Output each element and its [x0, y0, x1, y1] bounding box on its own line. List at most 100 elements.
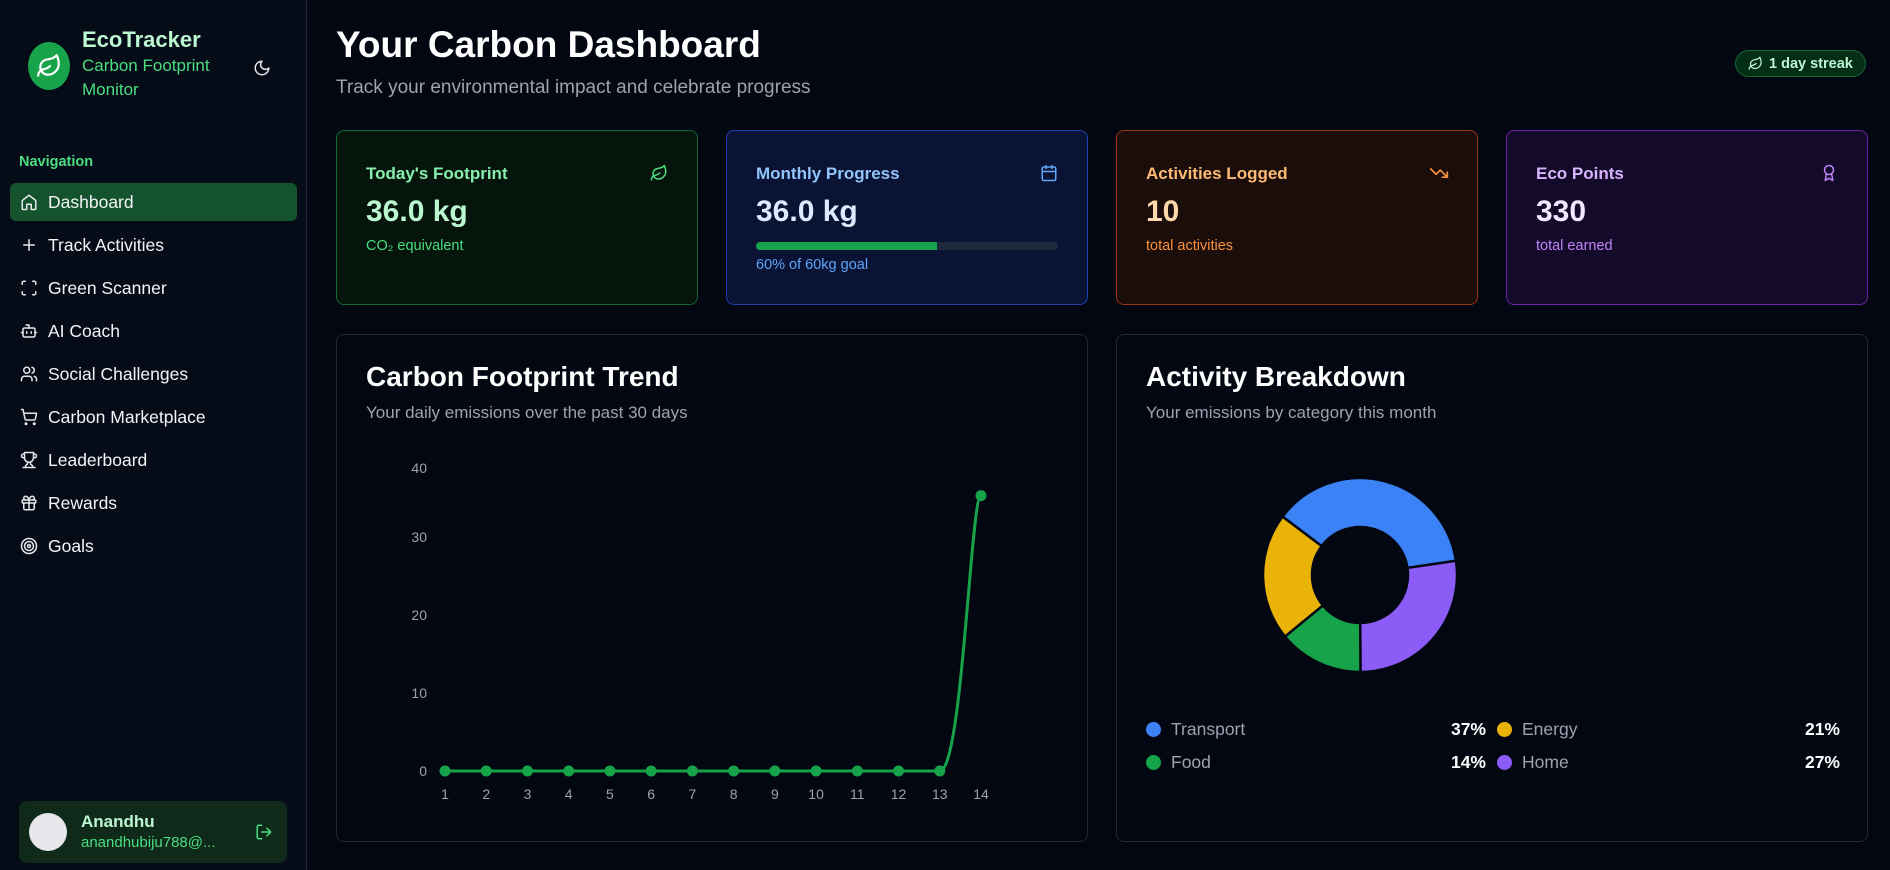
logout-icon: [256, 824, 272, 840]
legend-item-food: Food 14%: [1146, 752, 1497, 773]
data-point[interactable]: [686, 765, 698, 777]
stat-note: 60% of 60kg goal: [756, 257, 869, 273]
sidebar-item-carbon-marketplace[interactable]: Carbon Marketplace: [10, 398, 297, 436]
stat-label: Activities Logged: [1146, 164, 1288, 183]
trend-line-chart: 0102030401 2 3 4 5 6 7 8 9 10 11 12 13 14: [411, 460, 989, 802]
calendar-icon: [1039, 163, 1059, 183]
legend-dot: [1146, 722, 1161, 737]
plus-icon: [20, 236, 38, 254]
data-point[interactable]: [604, 765, 616, 777]
stat-card-today-footprint: Today's Footprint 36.0 kg CO₂ equivalent: [336, 130, 698, 305]
sidebar-item-label: Rewards: [48, 492, 118, 513]
x-tick-label: 10: [808, 786, 824, 802]
x-tick-label: 1: [441, 786, 449, 802]
stat-card-monthly-progress: Monthly Progress 36.0 kg 60% of 60kg goa…: [726, 130, 1088, 305]
legend-item-transport: Transport 37%: [1146, 719, 1497, 740]
donut-slice-home[interactable]: [1358, 559, 1459, 674]
data-point[interactable]: [934, 765, 946, 777]
stat-value: 36.0 kg: [366, 195, 468, 228]
nav-heading: Navigation: [19, 154, 94, 170]
y-tick-label: 40: [411, 460, 427, 476]
sidebar-item-dashboard[interactable]: Dashboard: [10, 183, 297, 221]
sidebar-item-label: Green Scanner: [48, 277, 167, 298]
legend-label: Food: [1171, 752, 1211, 772]
sidebar-item-rewards[interactable]: Rewards: [10, 484, 297, 522]
activity-breakdown-panel: Activity Breakdown Your emissions by cat…: [1116, 334, 1868, 842]
y-tick-label: 30: [411, 529, 427, 545]
legend-item-home: Home 27%: [1497, 752, 1840, 773]
legend-label: Transport: [1171, 719, 1246, 739]
data-point[interactable]: [645, 765, 657, 777]
stat-note: total earned: [1536, 238, 1613, 254]
data-point[interactable]: [439, 765, 451, 777]
stat-label: Monthly Progress: [756, 164, 900, 183]
leaf-icon: [649, 163, 669, 183]
bot-icon: [20, 322, 38, 340]
stat-label: Eco Points: [1536, 164, 1624, 183]
legend-dot: [1497, 722, 1512, 737]
data-point[interactable]: [810, 765, 822, 777]
legend-label: Energy: [1522, 719, 1578, 739]
sidebar-item-track-activities[interactable]: Track Activities: [10, 226, 297, 264]
y-tick-label: 10: [411, 685, 427, 701]
user-email: anandhubiju788@...: [81, 834, 216, 851]
sidebar: EcoTracker Carbon Footprint Monitor Navi…: [0, 0, 307, 870]
x-tick-label: 6: [647, 786, 655, 802]
stat-note: total activities: [1146, 238, 1234, 254]
data-point[interactable]: [851, 765, 863, 777]
logout-button[interactable]: [251, 819, 277, 845]
sidebar-item-label: Track Activities: [48, 234, 165, 255]
stat-value: 10: [1146, 195, 1180, 228]
x-tick-label: 3: [524, 786, 532, 802]
sidebar-item-green-scanner[interactable]: Green Scanner: [10, 269, 297, 307]
x-tick-label: 14: [973, 786, 989, 802]
sidebar-item-goals[interactable]: Goals: [10, 527, 297, 565]
data-point[interactable]: [769, 765, 781, 777]
series-line: [445, 494, 983, 773]
sidebar-item-social-challenges[interactable]: Social Challenges: [10, 355, 297, 393]
brand-subtitle: Carbon Footprint Monitor: [82, 56, 210, 99]
x-tick-label: 8: [730, 786, 738, 802]
scan-icon: [20, 279, 38, 297]
sidebar-item-ai-coach[interactable]: AI Coach: [10, 312, 297, 350]
users-icon: [20, 365, 38, 383]
x-tick-label: 11: [850, 786, 865, 802]
user-card: Anandhu anandhubiju788@...: [19, 801, 287, 863]
data-point[interactable]: [728, 765, 740, 777]
streak-badge: 1 day streak: [1735, 50, 1866, 77]
legend-value: 14%: [1450, 752, 1486, 772]
data-point[interactable]: [563, 765, 575, 777]
leaf-icon: [1748, 56, 1762, 70]
stat-card-activities-logged: Activities Logged 10 total activities: [1116, 130, 1478, 305]
data-point[interactable]: [893, 765, 905, 777]
legend-dot: [1497, 755, 1512, 770]
data-point[interactable]: [975, 490, 987, 502]
data-point[interactable]: [521, 765, 533, 777]
sidebar-item-label: Carbon Marketplace: [48, 406, 206, 427]
x-tick-label: 12: [891, 786, 907, 802]
theme-toggle-button[interactable]: [248, 54, 276, 82]
avatar[interactable]: [29, 813, 67, 851]
page-subtitle: Track your environmental impact and cele…: [336, 77, 811, 98]
cart-icon: [20, 408, 38, 426]
leaf-logo-icon: [28, 42, 70, 90]
legend-value: 27%: [1804, 752, 1840, 772]
x-tick-label: 7: [688, 786, 696, 802]
streak-label: 1 day streak: [1769, 55, 1853, 72]
stat-value: 330: [1536, 195, 1587, 228]
stat-note: CO₂ equivalent: [366, 238, 464, 254]
sidebar-item-leaderboard[interactable]: Leaderboard: [10, 441, 297, 479]
sidebar-item-label: Social Challenges: [48, 363, 189, 384]
breakdown-legend: Transport 37% Energy 21% Food 14% Home 2…: [1146, 713, 1840, 779]
user-name: Anandhu: [81, 812, 155, 831]
data-point[interactable]: [480, 765, 492, 777]
brand[interactable]: EcoTracker Carbon Footprint Monitor: [28, 26, 232, 102]
legend-label: Home: [1522, 752, 1569, 772]
carbon-trend-panel: Carbon Footprint Trend Your daily emissi…: [336, 334, 1088, 842]
moon-icon: [254, 60, 270, 76]
trophy-icon: [20, 451, 38, 469]
trending-down-icon: [1429, 163, 1449, 183]
legend-item-energy: Energy 21%: [1497, 719, 1840, 740]
brand-title: EcoTracker: [82, 27, 201, 52]
legend-value: 37%: [1450, 719, 1486, 739]
